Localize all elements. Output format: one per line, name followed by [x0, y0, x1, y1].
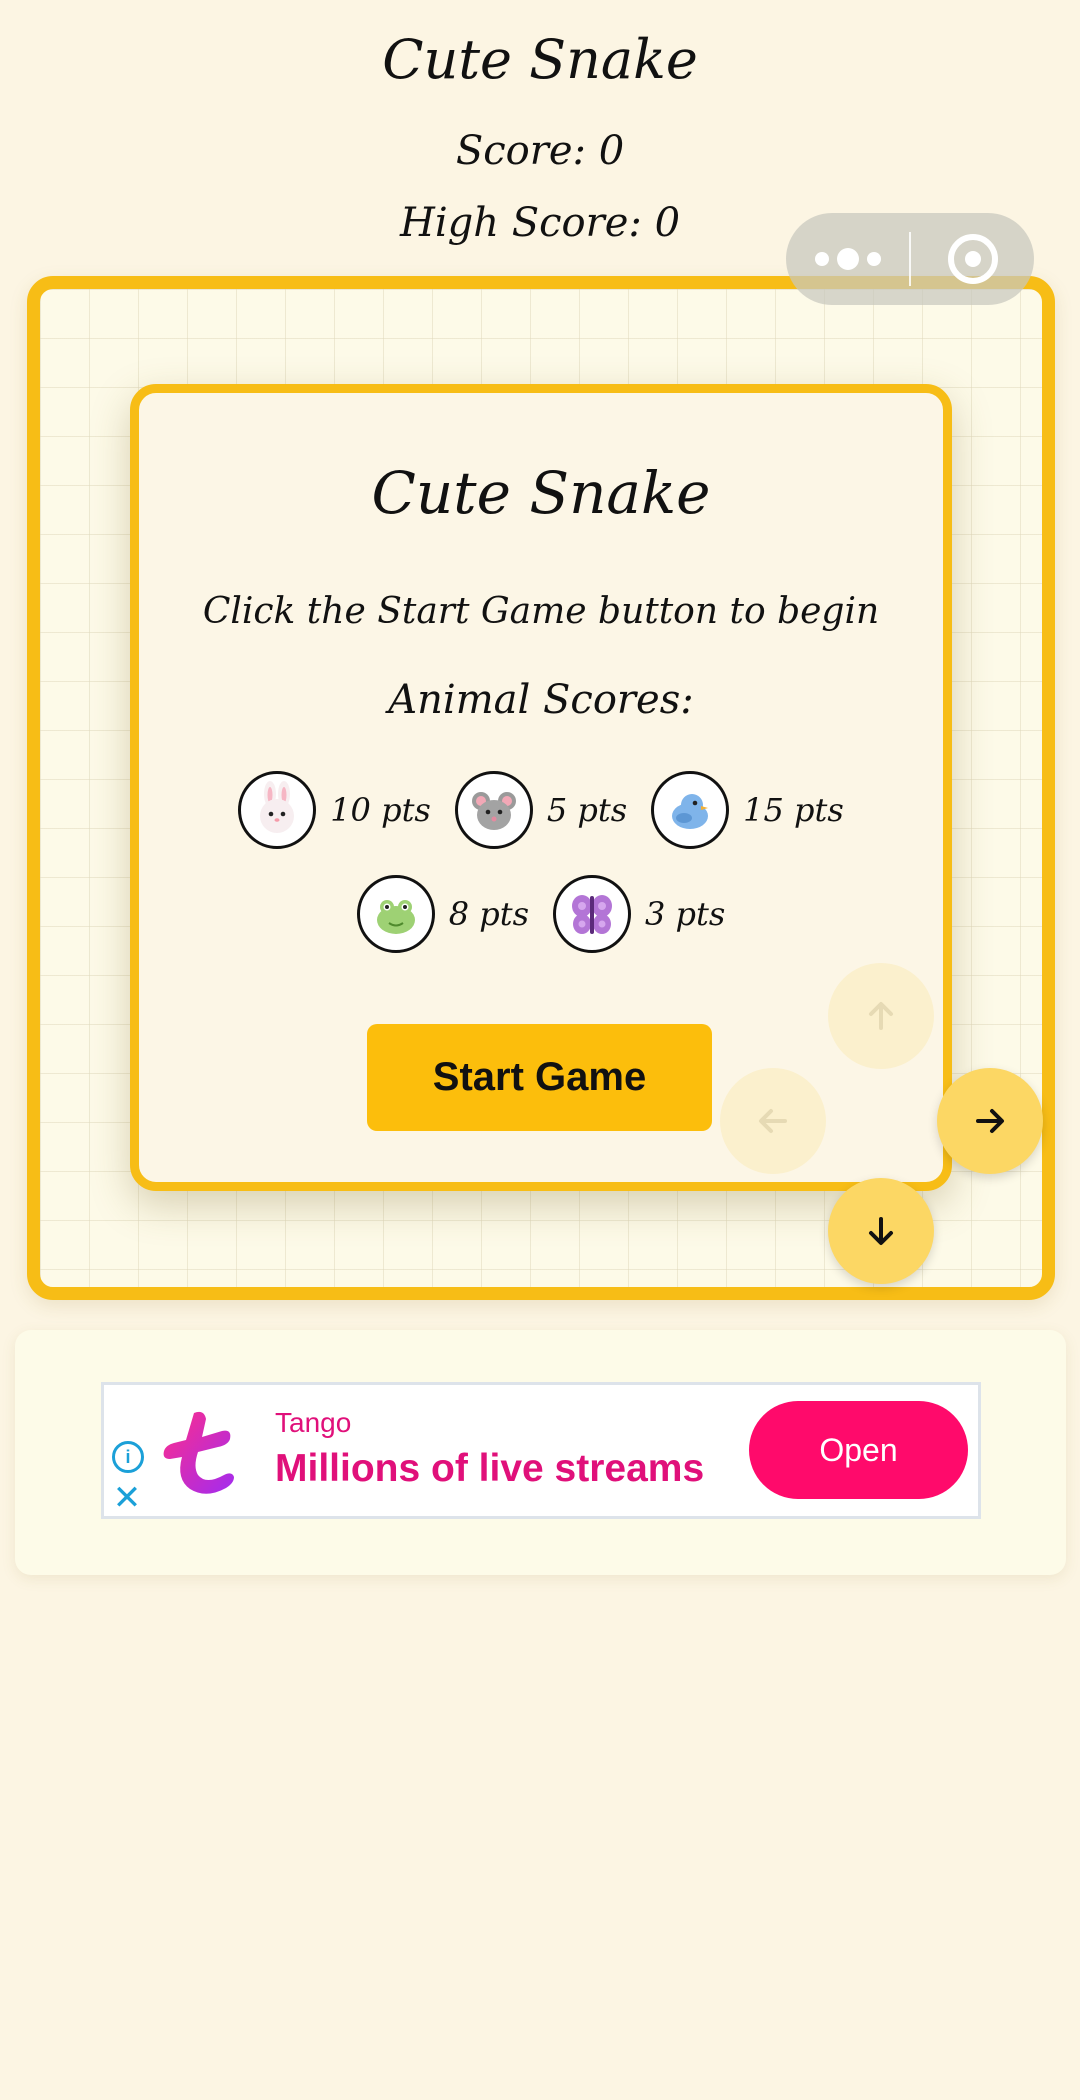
up-button[interactable]: [828, 963, 934, 1069]
animal-score-frog: 8 pts: [356, 875, 529, 953]
start-menu-modal: Cute Snake Click the Start Game button t…: [130, 384, 952, 1191]
arrow-down-icon: [869, 1217, 893, 1245]
app-title: Cute Snake: [382, 28, 698, 91]
animal-points: 8 pts: [448, 895, 529, 933]
animal-points: 3 pts: [645, 895, 726, 933]
score-display: Score: 0: [455, 128, 625, 174]
animal-score-butterfly: 3 pts: [553, 875, 725, 953]
menu-instructions: Click the Start Game button to begin: [202, 591, 880, 632]
bird-icon: [651, 771, 730, 849]
animal-score-bird: 15 pts: [651, 771, 844, 849]
frog-icon: [356, 875, 435, 953]
animal-points: 5 pts: [546, 791, 628, 829]
down-button[interactable]: [828, 1178, 934, 1284]
ad-brand: Tango: [275, 1407, 352, 1438]
start-game-button[interactable]: Start Game: [367, 1024, 712, 1131]
animal-points: 15 pts: [743, 791, 844, 829]
menu-title: Cute Snake: [371, 459, 711, 527]
close-icon[interactable]: ✕: [108, 1478, 146, 1518]
info-icon[interactable]: i: [112, 1441, 144, 1473]
animal-scores-row: 10 pts 5 pts 15 pts: [139, 771, 943, 849]
animal-scores-heading: Animal Scores:: [388, 677, 694, 723]
arrow-left-icon: [759, 1109, 787, 1133]
butterfly-icon: [553, 875, 631, 953]
target-circle-icon[interactable]: [911, 213, 1034, 305]
animal-score-rabbit: 10 pts: [238, 771, 431, 849]
ad-headline: Millions of live streams: [275, 1447, 705, 1490]
tango-logo-icon: [163, 1411, 234, 1494]
left-button[interactable]: [720, 1068, 826, 1174]
ad-open-button[interactable]: Open: [749, 1401, 968, 1499]
ad-container: i ✕ Tango Millions of live streams Open: [15, 1330, 1066, 1575]
arrow-right-icon: [976, 1109, 1004, 1133]
arrow-up-icon: [869, 1002, 893, 1030]
animal-scores-row: 8 pts 3 pts: [139, 875, 943, 953]
mini-program-capsule: [786, 213, 1034, 305]
animal-points: 10 pts: [330, 791, 431, 829]
rabbit-icon: [238, 771, 317, 849]
ad-banner[interactable]: i ✕ Tango Millions of live streams Open: [101, 1382, 981, 1519]
animal-score-mouse: 5 pts: [454, 771, 628, 849]
right-button[interactable]: [937, 1068, 1043, 1174]
mouse-icon: [454, 771, 533, 849]
more-dots-icon[interactable]: [786, 213, 909, 305]
